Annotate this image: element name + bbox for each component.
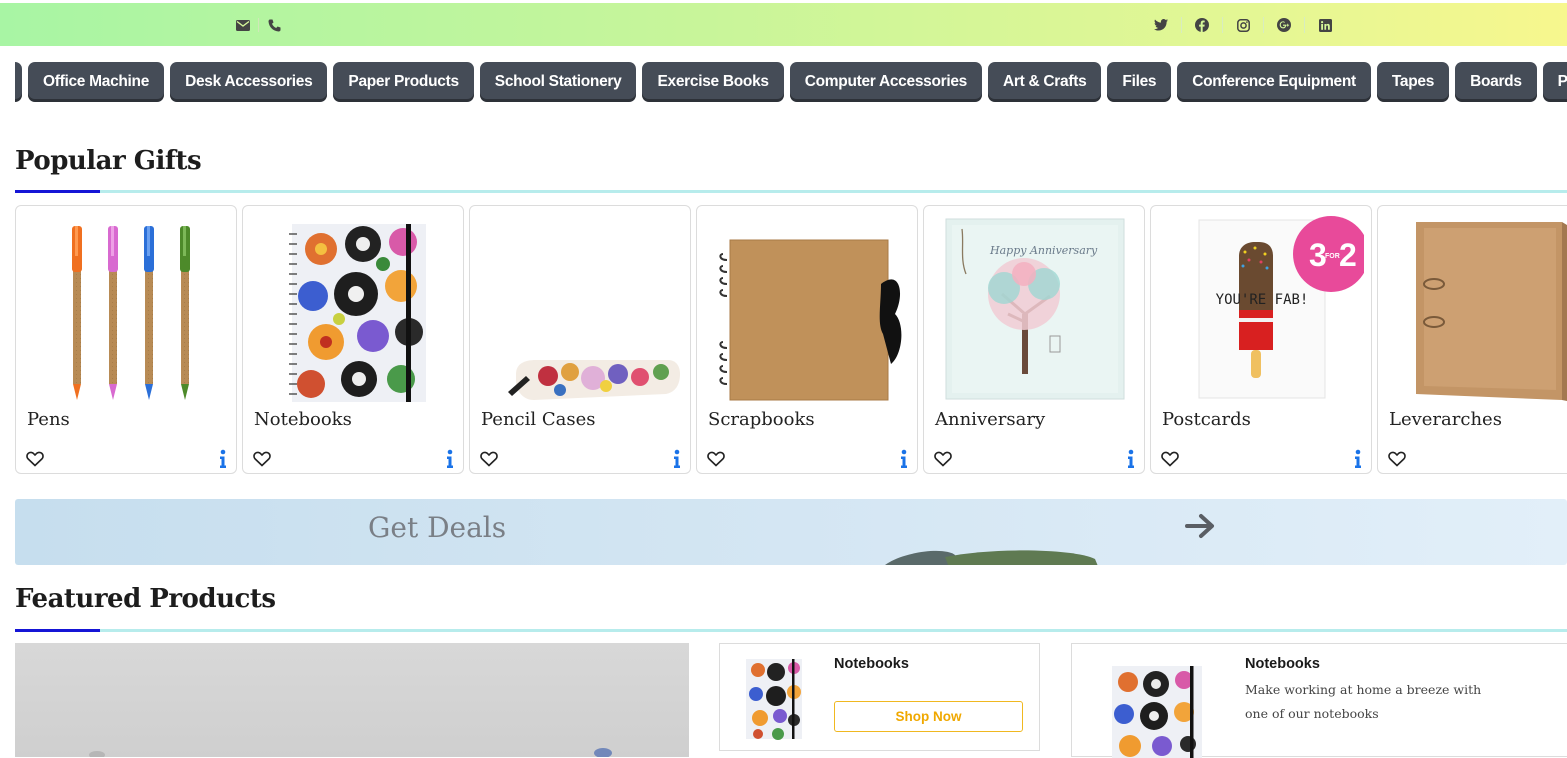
heart-icon[interactable] — [480, 451, 498, 467]
featured-card-title[interactable]: Notebooks — [834, 656, 909, 672]
banner-decoration — [885, 550, 1098, 565]
shop-now-button[interactable]: Shop Now — [834, 701, 1023, 732]
gift-name: Postcards — [1162, 409, 1251, 430]
info-icon[interactable] — [1353, 449, 1363, 469]
category-personal[interactable]: Personal — [1542, 62, 1567, 102]
gift-name: Scrapbooks — [708, 409, 815, 430]
gift-name: Leverarches — [1389, 409, 1502, 430]
get-deals-text[interactable]: Get Deals — [368, 511, 506, 544]
divider — [1263, 17, 1264, 33]
facebook-icon[interactable] — [1191, 17, 1213, 33]
category-art-crafts[interactable]: Art & Crafts — [988, 62, 1102, 102]
info-icon[interactable] — [672, 449, 682, 469]
heart-icon[interactable] — [1388, 451, 1406, 467]
heart-icon[interactable] — [253, 451, 271, 467]
category-exercise-books[interactable]: Exercise Books — [642, 62, 784, 102]
heart-icon[interactable] — [26, 451, 44, 467]
category-nav: Office Machine Desk Accessories Paper Pr… — [15, 62, 1567, 102]
anniversary-image: Happy Anniversary — [945, 218, 1125, 400]
category-office-machine[interactable]: Office Machine — [28, 62, 165, 102]
badge-number: 2 — [1339, 237, 1357, 273]
divider — [1222, 17, 1223, 33]
top-bar — [0, 3, 1567, 46]
featured-card[interactable]: Notebooks Make working at home a breeze … — [1071, 643, 1567, 758]
info-icon[interactable] — [218, 449, 228, 469]
pencil-cases-image — [508, 360, 680, 400]
section-divider-accent — [15, 190, 100, 193]
category-pill-partial[interactable] — [15, 62, 22, 102]
category-boards[interactable]: Boards — [1455, 62, 1537, 102]
category-computer-accessories[interactable]: Computer Accessories — [789, 62, 983, 102]
gift-name: Pens — [27, 409, 70, 430]
gift-card-anniversary[interactable]: Happy Anniversary Anniversary — [923, 205, 1145, 474]
heart-icon[interactable] — [707, 451, 725, 467]
heart-icon[interactable] — [934, 451, 952, 467]
divider — [258, 18, 259, 32]
linkedin-icon[interactable] — [1314, 17, 1336, 33]
heart-icon[interactable] — [1161, 451, 1179, 467]
info-icon[interactable] — [899, 449, 909, 469]
divider — [1181, 17, 1182, 33]
google-plus-icon[interactable] — [1273, 17, 1295, 33]
gift-name: Notebooks — [254, 409, 352, 430]
arrow-right-icon[interactable] — [1185, 512, 1217, 540]
postcard-text: YOU'RE FAB! — [1216, 292, 1309, 308]
instagram-icon[interactable] — [1232, 17, 1254, 33]
category-tapes[interactable]: Tapes — [1376, 62, 1450, 102]
category-files[interactable]: Files — [1107, 62, 1172, 102]
section-divider — [15, 190, 1567, 193]
gift-card-pens[interactable]: Pens — [15, 205, 237, 474]
notebooks-image — [289, 224, 426, 402]
featured-hero-image[interactable] — [15, 643, 689, 757]
get-deals-banner[interactable]: Get Deals — [15, 499, 1567, 565]
category-paper-products[interactable]: Paper Products — [333, 62, 474, 102]
gift-card-postcards[interactable]: YOU'RE FAB! 3 FOR 2 Postcards — [1150, 205, 1372, 474]
divider — [1304, 17, 1305, 33]
category-desk-accessories[interactable]: Desk Accessories — [170, 62, 328, 102]
popular-gifts-carousel: Pens Notebooks Pencil Cases Scrapbooks H… — [15, 205, 1567, 475]
featured-card-title[interactable]: Notebooks — [1245, 656, 1320, 672]
featured-products-title: Featured Products — [15, 584, 276, 614]
scrapbooks-image — [719, 239, 902, 401]
phone-icon[interactable] — [265, 17, 283, 33]
section-divider-accent — [15, 629, 100, 632]
gift-name: Pencil Cases — [481, 409, 596, 430]
pens-image — [72, 226, 190, 400]
gift-card-leverarches[interactable]: Leverarches — [1377, 205, 1567, 474]
card-script-text: Happy Anniversary — [989, 244, 1098, 257]
gift-name: Anniversary — [935, 409, 1046, 430]
featured-card-description: Make working at home a breeze with one o… — [1245, 682, 1482, 721]
hero-photo — [89, 748, 612, 757]
gift-card-scrapbooks[interactable]: Scrapbooks — [696, 205, 918, 474]
twitter-icon[interactable] — [1150, 17, 1172, 33]
notebook-thumbnail — [1112, 666, 1202, 758]
postcards-image: YOU'RE FAB! 3 FOR 2 — [1198, 216, 1364, 399]
popular-gifts-title: Popular Gifts — [15, 146, 202, 176]
featured-card[interactable]: Notebooks Shop Now — [719, 643, 1040, 751]
info-icon[interactable] — [1126, 449, 1136, 469]
envelope-icon[interactable] — [234, 17, 252, 33]
category-school-stationery[interactable]: School Stationery — [479, 62, 637, 102]
category-conference-equipment[interactable]: Conference Equipment — [1177, 62, 1371, 102]
gift-card-pencil-cases[interactable]: Pencil Cases — [469, 205, 691, 474]
contact-links — [234, 17, 283, 33]
info-icon[interactable] — [445, 449, 455, 469]
section-divider — [15, 629, 1567, 632]
gift-row: Pens Notebooks Pencil Cases Scrapbooks H… — [15, 205, 1567, 474]
notebook-thumbnail — [746, 659, 802, 740]
badge-for: FOR — [1325, 253, 1340, 260]
social-links — [1150, 17, 1336, 33]
leverarches-image — [1416, 222, 1567, 401]
category-track: Office Machine Desk Accessories Paper Pr… — [15, 62, 1567, 102]
gift-card-notebooks[interactable]: Notebooks — [242, 205, 464, 474]
